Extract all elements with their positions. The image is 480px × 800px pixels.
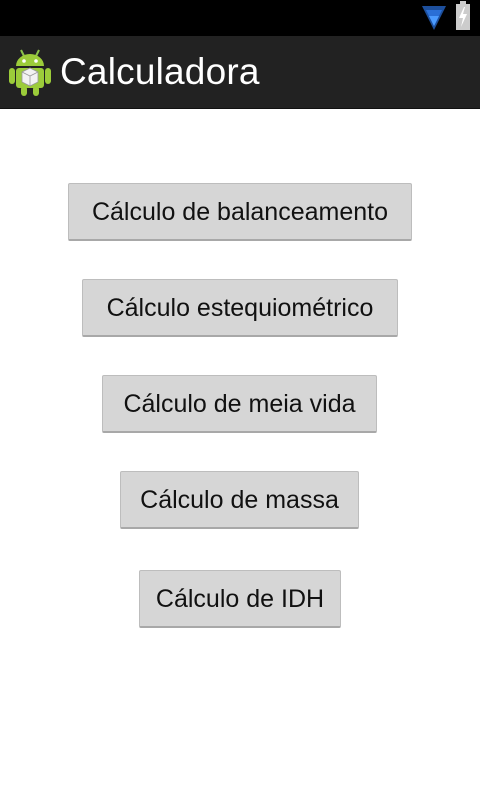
- status-bar: [0, 0, 480, 36]
- app-title: Calculadora: [60, 51, 260, 92]
- battery-charging-icon: [456, 1, 470, 30]
- android-app-icon: [9, 49, 51, 96]
- wifi-icon: [422, 6, 446, 30]
- balanceamento-button[interactable]: Cálculo de balanceamento: [68, 183, 412, 241]
- massa-button[interactable]: Cálculo de massa: [120, 471, 359, 529]
- idh-button[interactable]: Cálculo de IDH: [139, 570, 341, 628]
- meia-vida-button[interactable]: Cálculo de meia vida: [102, 375, 377, 433]
- estequiometrico-button[interactable]: Cálculo estequiométrico: [82, 279, 398, 337]
- action-bar: Calculadora: [0, 36, 480, 109]
